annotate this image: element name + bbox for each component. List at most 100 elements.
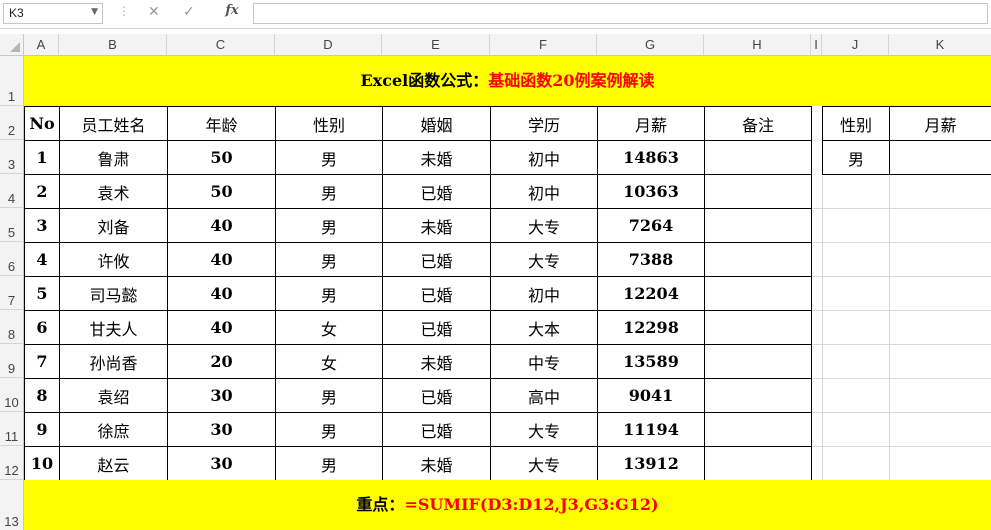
cell-gender[interactable]: 男 bbox=[275, 242, 383, 277]
cell-age[interactable]: 20 bbox=[167, 344, 276, 379]
cell-no[interactable]: 7 bbox=[24, 344, 60, 379]
cell-name[interactable]: 赵云 bbox=[59, 446, 168, 481]
row-header-10[interactable]: 10 bbox=[0, 378, 24, 412]
row-header-13[interactable]: 13 bbox=[0, 480, 24, 530]
cell-name[interactable]: 刘备 bbox=[59, 208, 168, 243]
cell-age[interactable]: 40 bbox=[167, 242, 276, 277]
column-header-h[interactable]: H bbox=[704, 34, 811, 56]
cell-education[interactable]: 初中 bbox=[490, 140, 598, 175]
column-header-c[interactable]: C bbox=[167, 34, 275, 56]
cell-salary[interactable]: 7388 bbox=[597, 242, 705, 277]
column-header-b[interactable]: B bbox=[59, 34, 167, 56]
cell-salary[interactable]: 9041 bbox=[597, 378, 705, 413]
cell-marriage[interactable]: 已婚 bbox=[382, 412, 491, 447]
cell-age[interactable]: 50 bbox=[167, 174, 276, 209]
cell-age[interactable]: 40 bbox=[167, 310, 276, 345]
cell-marriage[interactable]: 未婚 bbox=[382, 140, 491, 175]
column-header-k[interactable]: K bbox=[889, 34, 991, 56]
cell-no[interactable]: 6 bbox=[24, 310, 60, 345]
chevron-down-icon[interactable]: ▼ bbox=[91, 7, 98, 17]
cell-no[interactable]: 2 bbox=[24, 174, 60, 209]
column-header-a[interactable]: A bbox=[24, 34, 59, 56]
row-header-11[interactable]: 11 bbox=[0, 412, 24, 446]
more-options-icon[interactable]: ⋮ bbox=[118, 4, 130, 18]
cell-name[interactable]: 甘夫人 bbox=[59, 310, 168, 345]
lookup-header-salary[interactable]: 月薪 bbox=[889, 106, 991, 141]
cell-no[interactable]: 4 bbox=[24, 242, 60, 277]
footer-band[interactable]: 重点：=SUMIF(D3:D12,J3,G3:G12) bbox=[24, 480, 991, 530]
cell-notes[interactable] bbox=[704, 242, 812, 277]
formula-input[interactable] bbox=[253, 3, 988, 24]
row-header-4[interactable]: 4 bbox=[0, 174, 24, 208]
enter-icon[interactable]: ✓ bbox=[183, 4, 195, 20]
cell-notes[interactable] bbox=[704, 344, 812, 379]
cell-gender[interactable]: 男 bbox=[275, 276, 383, 311]
row-header-1[interactable]: 1 bbox=[0, 56, 24, 106]
cell-gender[interactable]: 女 bbox=[275, 310, 383, 345]
select-all-button[interactable] bbox=[0, 34, 24, 56]
cell-notes[interactable] bbox=[704, 412, 812, 447]
lookup-gender-cell[interactable]: 男 bbox=[822, 140, 890, 175]
cell-gender[interactable]: 男 bbox=[275, 174, 383, 209]
cell-education[interactable]: 大本 bbox=[490, 310, 598, 345]
cell-education[interactable]: 大专 bbox=[490, 242, 598, 277]
row-header-5[interactable]: 5 bbox=[0, 208, 24, 242]
cell-marriage[interactable]: 已婚 bbox=[382, 310, 491, 345]
cell-marriage[interactable]: 未婚 bbox=[382, 208, 491, 243]
column-header-g[interactable]: G bbox=[597, 34, 704, 56]
cell-salary[interactable]: 13912 bbox=[597, 446, 705, 481]
row-header-2[interactable]: 2 bbox=[0, 106, 24, 140]
cell-marriage[interactable]: 已婚 bbox=[382, 174, 491, 209]
column-header-d[interactable]: D bbox=[275, 34, 382, 56]
header-education[interactable]: 学历 bbox=[490, 106, 598, 141]
header-age[interactable]: 年龄 bbox=[167, 106, 276, 141]
cell-salary[interactable]: 7264 bbox=[597, 208, 705, 243]
cell-notes[interactable] bbox=[704, 310, 812, 345]
cell-salary[interactable]: 14863 bbox=[597, 140, 705, 175]
header-no[interactable]: No bbox=[24, 106, 60, 141]
cell-no[interactable]: 3 bbox=[24, 208, 60, 243]
cell-education[interactable]: 高中 bbox=[490, 378, 598, 413]
cell-salary[interactable]: 10363 bbox=[597, 174, 705, 209]
name-box[interactable]: K3 ▼ bbox=[3, 3, 103, 24]
cell-age[interactable]: 50 bbox=[167, 140, 276, 175]
cell-salary[interactable]: 12298 bbox=[597, 310, 705, 345]
cell-marriage[interactable]: 已婚 bbox=[382, 242, 491, 277]
column-header-j[interactable]: J bbox=[822, 34, 889, 56]
column-header-f[interactable]: F bbox=[490, 34, 597, 56]
cell-education[interactable]: 大专 bbox=[490, 412, 598, 447]
header-notes[interactable]: 备注 bbox=[704, 106, 812, 141]
cell-age[interactable]: 40 bbox=[167, 208, 276, 243]
cell-no[interactable]: 1 bbox=[24, 140, 60, 175]
cell-marriage[interactable]: 未婚 bbox=[382, 446, 491, 481]
cell-salary[interactable]: 11194 bbox=[597, 412, 705, 447]
row-header-3[interactable]: 3 bbox=[0, 140, 24, 174]
cell-name[interactable]: 司马懿 bbox=[59, 276, 168, 311]
cell-notes[interactable] bbox=[704, 276, 812, 311]
cell-name[interactable]: 孙尚香 bbox=[59, 344, 168, 379]
cell-education[interactable]: 初中 bbox=[490, 174, 598, 209]
cell-no[interactable]: 9 bbox=[24, 412, 60, 447]
cell-salary[interactable]: 12204 bbox=[597, 276, 705, 311]
cell-name[interactable]: 鲁肃 bbox=[59, 140, 168, 175]
header-name[interactable]: 员工姓名 bbox=[59, 106, 168, 141]
cell-name[interactable]: 袁绍 bbox=[59, 378, 168, 413]
header-salary[interactable]: 月薪 bbox=[597, 106, 705, 141]
row-header-7[interactable]: 7 bbox=[0, 276, 24, 310]
cell-gender[interactable]: 女 bbox=[275, 344, 383, 379]
cell-name[interactable]: 袁术 bbox=[59, 174, 168, 209]
cell-notes[interactable] bbox=[704, 174, 812, 209]
header-gender[interactable]: 性别 bbox=[275, 106, 383, 141]
cell-gender[interactable]: 男 bbox=[275, 446, 383, 481]
cell-marriage[interactable]: 已婚 bbox=[382, 276, 491, 311]
cell-notes[interactable] bbox=[704, 378, 812, 413]
cell-name[interactable]: 徐庶 bbox=[59, 412, 168, 447]
cell-gender[interactable]: 男 bbox=[275, 378, 383, 413]
column-header-i[interactable]: I bbox=[811, 34, 822, 56]
lookup-salary-cell[interactable] bbox=[889, 140, 991, 175]
cell-name[interactable]: 许攸 bbox=[59, 242, 168, 277]
worksheet-grid[interactable]: A B C D E F G H I J K 1 2 3 4 5 6 7 8 9 … bbox=[0, 34, 991, 530]
row-header-9[interactable]: 9 bbox=[0, 344, 24, 378]
cell-gender[interactable]: 男 bbox=[275, 140, 383, 175]
cell-age[interactable]: 40 bbox=[167, 276, 276, 311]
